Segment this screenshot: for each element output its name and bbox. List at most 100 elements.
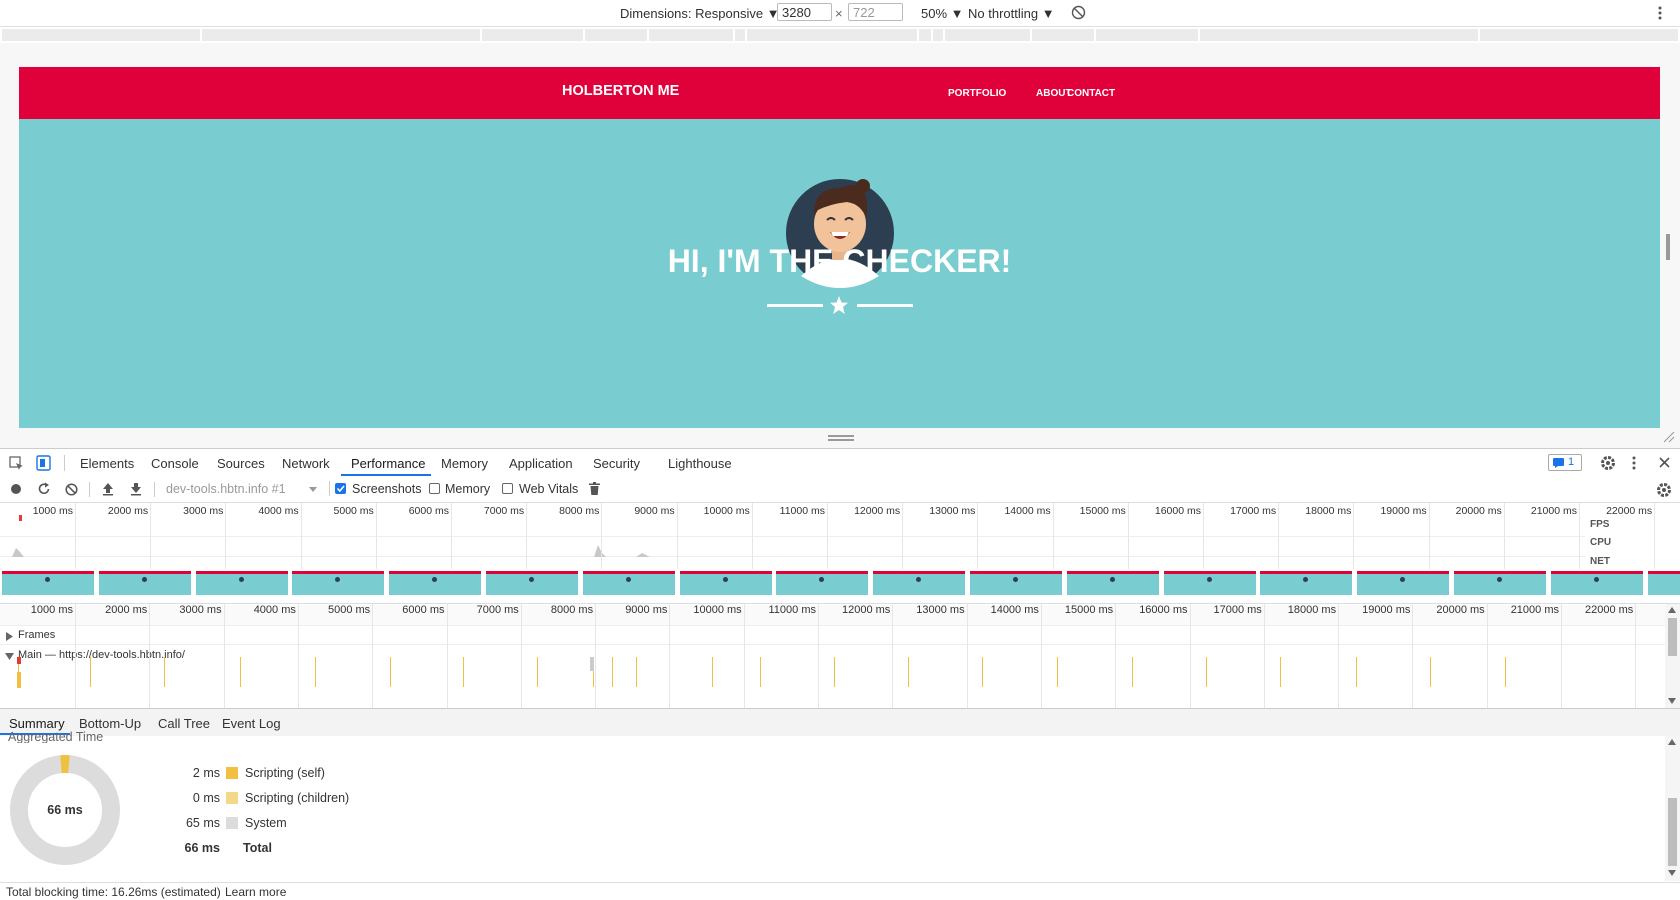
tab-elements[interactable]: Elements (80, 456, 134, 471)
tab-event-log[interactable]: Event Log (222, 716, 281, 731)
throttling-dropdown[interactable]: No throttling ▼ (968, 6, 1055, 21)
flame-chart[interactable]: Frames Main — https://dev-tools.hbtn.inf… (0, 603, 1680, 709)
task-event[interactable] (1206, 657, 1207, 687)
more-options-icon[interactable] (1631, 455, 1637, 471)
task-event[interactable] (390, 657, 391, 687)
media-query-segment[interactable] (945, 29, 1030, 41)
right-resize-handle[interactable] (1666, 234, 1670, 260)
screenshot-thumbnail[interactable] (679, 571, 772, 595)
screenshot-thumbnail[interactable] (292, 571, 385, 595)
screenshot-thumbnail[interactable] (2, 571, 94, 595)
media-query-segment[interactable] (482, 29, 583, 41)
dimensions-dropdown[interactable]: Dimensions: Responsive ▼ (620, 6, 780, 21)
task-event[interactable] (90, 657, 91, 687)
task-event[interactable] (164, 657, 165, 687)
collapse-arrow-icon[interactable] (5, 653, 14, 661)
task-event[interactable] (1280, 657, 1281, 687)
task-event[interactable] (1356, 657, 1357, 687)
task-event[interactable] (315, 657, 316, 687)
expand-arrow-icon[interactable] (6, 632, 14, 641)
media-query-segment[interactable] (919, 29, 931, 41)
settings-gear-icon[interactable] (1600, 455, 1616, 471)
tab-summary[interactable]: Summary (9, 716, 65, 731)
scroll-up-icon[interactable] (1668, 739, 1676, 745)
task-event[interactable] (240, 657, 241, 687)
task-event[interactable] (760, 657, 761, 687)
close-icon[interactable] (1659, 457, 1670, 468)
task-event[interactable] (636, 657, 637, 687)
scroll-down-icon[interactable] (1668, 870, 1676, 876)
nav-link-portfolio[interactable]: PORTFOLIO (948, 88, 1006, 99)
rotate-icon[interactable] (1071, 5, 1086, 20)
screenshot-thumbnail[interactable] (1066, 571, 1159, 595)
zoom-dropdown[interactable]: 50% ▼ (921, 6, 964, 21)
reload-record-icon[interactable] (37, 482, 51, 496)
tab-lighthouse[interactable]: Lighthouse (668, 456, 732, 471)
recording-select[interactable]: dev-tools.hbtn.info #1 (166, 482, 286, 496)
task-event[interactable] (1430, 657, 1431, 687)
screenshot-thumbnail[interactable] (970, 571, 1062, 595)
media-query-segment[interactable] (747, 29, 917, 41)
media-query-segment[interactable] (1032, 29, 1094, 41)
tab-memory[interactable]: Memory (441, 456, 488, 471)
media-query-segment[interactable] (1200, 29, 1478, 41)
scroll-thumb[interactable] (1668, 798, 1677, 866)
upload-icon[interactable] (102, 482, 114, 496)
clear-icon[interactable] (65, 483, 78, 496)
tab-application[interactable]: Application (509, 456, 573, 471)
record-icon[interactable] (10, 483, 22, 495)
media-query-segment[interactable] (585, 29, 647, 41)
nav-link-contact[interactable]: CONTACT (1067, 88, 1115, 99)
task-event[interactable] (612, 657, 613, 687)
screenshot-thumbnail[interactable] (873, 571, 966, 595)
site-brand[interactable]: HOLBERTON ME (562, 83, 679, 99)
scroll-up-icon[interactable] (1668, 607, 1676, 613)
screenshot-thumbnail[interactable] (1550, 571, 1643, 595)
screenshot-thumbnail[interactable] (486, 571, 578, 595)
task-event[interactable] (834, 657, 835, 687)
tab-sources[interactable]: Sources (217, 456, 265, 471)
frames-track-label[interactable]: Frames (18, 629, 55, 641)
width-input[interactable]: 3280 (777, 3, 832, 21)
screenshot-thumbnail[interactable] (1260, 571, 1353, 595)
screenshot-thumbnail[interactable] (776, 571, 869, 595)
task-event[interactable] (1057, 657, 1058, 687)
bottom-resize-handle[interactable] (828, 435, 854, 441)
inspect-element-icon[interactable] (9, 456, 24, 471)
screenshot-thumbnail[interactable] (582, 571, 675, 595)
media-query-segment[interactable] (2, 29, 200, 41)
screenshots-checkbox[interactable] (335, 483, 346, 494)
more-options-icon[interactable] (1656, 5, 1664, 21)
main-track-label[interactable]: Main — https://dev-tools.hbtn.info/ (18, 649, 185, 661)
task-event[interactable] (908, 657, 909, 687)
media-query-segment[interactable] (1480, 29, 1678, 41)
web-vitals-checkbox[interactable] (502, 483, 513, 494)
trash-icon[interactable] (589, 482, 600, 495)
scroll-thumb[interactable] (1668, 618, 1677, 656)
tab-console[interactable]: Console (151, 456, 199, 471)
screenshot-thumbnail[interactable] (1454, 571, 1546, 595)
task-event[interactable] (463, 657, 464, 687)
task-event[interactable] (712, 657, 713, 687)
flame-scrollbar[interactable] (1665, 604, 1680, 709)
task-event[interactable] (537, 657, 538, 687)
media-query-segment[interactable] (933, 29, 943, 41)
scroll-down-icon[interactable] (1668, 698, 1676, 704)
screenshot-thumbnail[interactable] (1163, 571, 1256, 595)
screenshot-thumbnail[interactable] (1647, 571, 1680, 595)
tab-security[interactable]: Security (593, 456, 640, 471)
task-event[interactable] (1132, 657, 1133, 687)
issues-badge[interactable]: 1 (1548, 454, 1582, 471)
task-event[interactable] (982, 657, 983, 687)
screenshot-thumbnail[interactable] (195, 571, 288, 595)
task-event[interactable] (590, 657, 594, 671)
download-icon[interactable] (130, 482, 142, 496)
screenshot-thumbnail[interactable] (1357, 571, 1450, 595)
tab-network[interactable]: Network (282, 456, 330, 471)
task-event[interactable] (1505, 657, 1506, 687)
learn-more-link[interactable]: Learn more (225, 885, 286, 899)
chevron-down-icon[interactable] (309, 487, 317, 492)
device-toolbar-toggle-icon[interactable] (36, 455, 51, 471)
capture-settings-icon[interactable] (1656, 482, 1672, 498)
tab-bottom-up[interactable]: Bottom-Up (79, 716, 141, 731)
